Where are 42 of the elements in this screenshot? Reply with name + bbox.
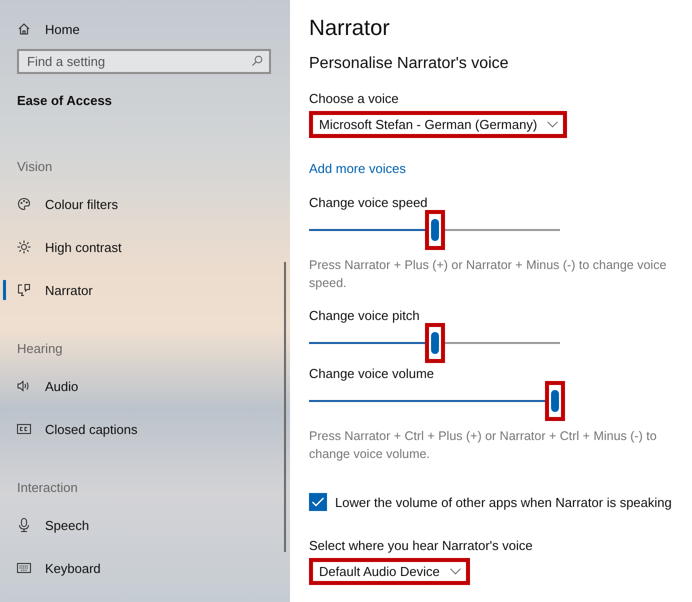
lower-volume-checkbox[interactable]: Lower the volume of other apps when Narrator is speaking (309, 493, 692, 511)
page-title: Narrator (309, 15, 391, 42)
slider-thumb[interactable] (424, 323, 444, 363)
keyboard-icon (17, 563, 31, 573)
sidebar-item[interactable]: Audio (0, 376, 290, 396)
slider-thumb[interactable] (544, 381, 565, 421)
home-icon (17, 22, 31, 36)
narrator-icon (17, 283, 31, 297)
sidebar-item[interactable]: Colour filters (0, 194, 290, 214)
hint-text: Press Narrator + Ctrl + Plus (+) or Narrator + Ctrl + Minus (-) to change voice volume. (309, 428, 658, 463)
checkbox[interactable] (309, 493, 327, 511)
group-heading: Hearing (16, 341, 64, 358)
hint-text: Press Narrator + Plus (+) or Narrator + Minus (-) to change voice speed. (309, 257, 668, 292)
group-heading: Interaction (16, 480, 79, 497)
section-heading: Personalise Narrator's voice (309, 55, 510, 73)
search-field[interactable]: Find a setting (17, 49, 271, 74)
chevron-icon (450, 568, 461, 575)
sidebar-item[interactable]: High contrast (0, 237, 290, 257)
slider-label: Change voice speed (309, 195, 429, 210)
scroll-bar[interactable] (284, 262, 286, 552)
group-heading: Vision (16, 159, 54, 176)
home-link[interactable]: Home (0, 19, 290, 39)
slider-thumb[interactable] (424, 210, 444, 250)
chevron-icon (547, 121, 558, 128)
slider-label: Change voice pitch (309, 308, 421, 323)
field-label: Choose a voice (309, 91, 400, 106)
field-label: Select where you hear Narrator's voice (309, 538, 534, 553)
add-voices-link[interactable]: Add more voices (309, 161, 692, 176)
sidebar-item[interactable]: Speech (0, 515, 290, 535)
microphone-icon (17, 518, 31, 532)
search-icon (251, 55, 263, 67)
section-title: Ease of Access (16, 93, 113, 108)
speaker-icon (17, 379, 31, 393)
sidebar-item[interactable]: Keyboard (0, 558, 290, 578)
sidebar-item[interactable]: Narrator (0, 280, 290, 300)
sun-icon (17, 240, 31, 254)
captions-icon (17, 424, 31, 434)
palette-icon (17, 197, 31, 211)
slider-label: Change voice volume (309, 366, 436, 381)
output-dropdown[interactable]: Default Audio Device (309, 558, 470, 585)
voice-dropdown[interactable]: Microsoft Stefan - German (Germany) (309, 111, 568, 138)
sidebar-item[interactable]: Closed captions (0, 419, 290, 439)
